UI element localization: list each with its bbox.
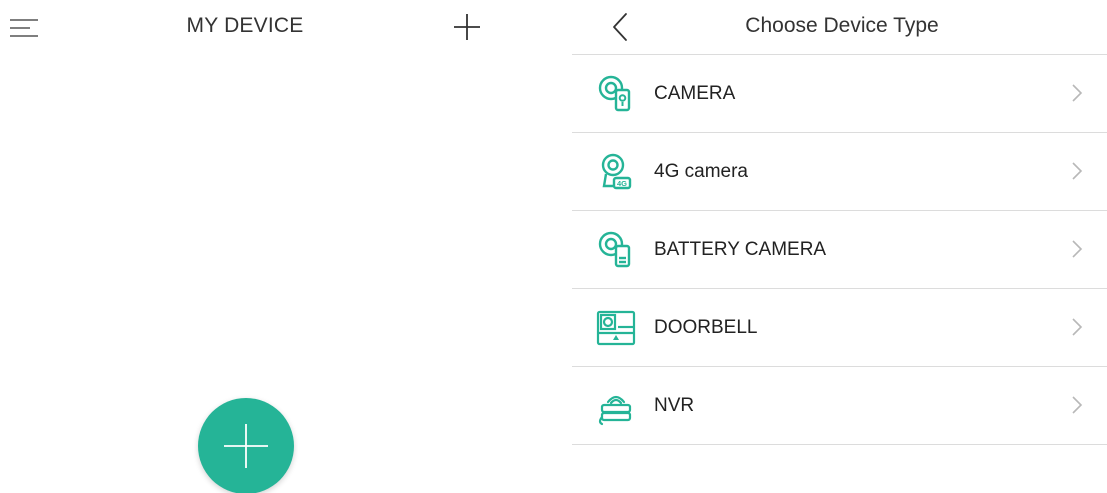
device-type-list: CAMERA 4G 4G camera BATTERY CAMERA DOORB…: [572, 55, 1107, 445]
device-type-camera[interactable]: CAMERA: [572, 55, 1107, 133]
4g-camera-icon: 4G: [596, 152, 636, 192]
add-device-fab[interactable]: [198, 398, 294, 493]
device-type-label: DOORBELL: [654, 317, 758, 338]
chevron-right-icon: [1072, 240, 1083, 258]
choose-device-type-screen: Choose Device Type CAMERA 4G 4G camera B…: [572, 0, 1107, 493]
chevron-right-icon: [1072, 396, 1083, 414]
device-type-doorbell[interactable]: DOORBELL: [572, 289, 1107, 367]
plus-icon: [224, 424, 268, 468]
my-device-screen: MY DEVICE: [0, 0, 492, 493]
doorbell-icon: [596, 308, 636, 348]
page-title: MY DEVICE: [186, 14, 304, 37]
page-title: Choose Device Type: [745, 14, 939, 37]
device-type-label: 4G camera: [654, 161, 748, 182]
chevron-left-icon: [613, 13, 627, 41]
nvr-icon: [596, 386, 636, 426]
battery-camera-icon: [596, 230, 636, 270]
camera-icon: [596, 74, 636, 114]
device-type-nvr[interactable]: NVR: [572, 367, 1107, 445]
device-type-label: NVR: [654, 395, 695, 416]
chevron-right-icon: [1072, 84, 1083, 102]
device-type-battery-camera[interactable]: BATTERY CAMERA: [572, 211, 1107, 289]
chevron-right-icon: [1072, 162, 1083, 180]
device-type-4g-camera[interactable]: 4G 4G camera: [572, 133, 1107, 211]
chevron-right-icon: [1072, 318, 1083, 336]
add-device-button[interactable]: [450, 10, 484, 44]
hamburger-menu-icon[interactable]: [8, 14, 40, 42]
plus-icon: [454, 14, 480, 40]
device-type-label: BATTERY CAMERA: [654, 239, 827, 260]
svg-text:4G: 4G: [617, 179, 627, 188]
header-bar: Choose Device Type: [572, 0, 1107, 55]
device-type-label: CAMERA: [654, 83, 736, 104]
back-button[interactable]: [608, 10, 634, 44]
